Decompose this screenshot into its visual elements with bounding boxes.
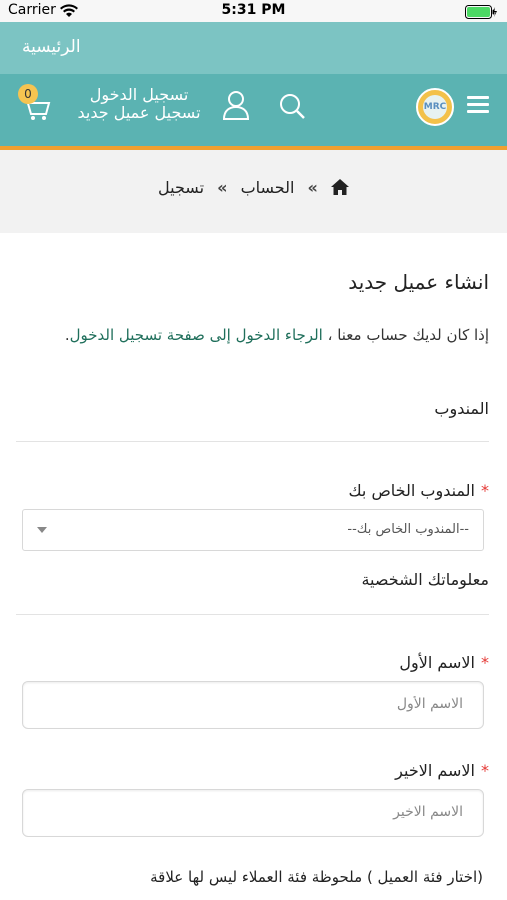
search-icon[interactable]	[278, 92, 306, 124]
required-mark: *	[481, 653, 489, 672]
breadcrumb: » الحساب » تسجيل	[0, 178, 507, 199]
divider	[16, 614, 489, 615]
required-mark: *	[481, 481, 489, 500]
hamburger-menu-icon[interactable]	[467, 96, 489, 114]
home-icon[interactable]	[330, 178, 349, 199]
registration-form: انشاء عميل جديد إذا كان لديك حساب معنا ،…	[0, 233, 507, 900]
required-mark: *	[481, 761, 489, 780]
brand-logo[interactable]: MRC	[416, 88, 454, 126]
clock: 5:31 PM	[221, 2, 286, 18]
home-link[interactable]: الرئيسية	[22, 37, 81, 57]
customer-group-note: (اختار فئة العميل ) ملحوظة فئة العملاء ل…	[150, 868, 483, 886]
first-name-label: * الاسم الأول	[399, 653, 489, 672]
first-name-field[interactable]	[22, 681, 484, 729]
agent-select[interactable]: --المندوب الخاص بك--	[22, 509, 484, 551]
last-name-field[interactable]	[22, 789, 484, 837]
top-bar: الرئيسية	[0, 22, 507, 74]
last-name-label-text: الاسم الاخير	[395, 761, 475, 780]
breadcrumb-separator: »	[307, 178, 318, 197]
first-name-input[interactable]	[23, 682, 475, 726]
cart-count-badge: 0	[18, 84, 38, 104]
breadcrumb-register[interactable]: تسجيل	[158, 178, 204, 197]
agent-label: * المندوب الخاص بك	[348, 481, 489, 500]
agent-select-value: --المندوب الخاص بك--	[347, 522, 469, 537]
section-personal-heading: معلوماتك الشخصية	[361, 570, 489, 589]
login-page-link[interactable]: الرجاء الدخول إلى صفحة تسجيل الدخول	[70, 326, 323, 344]
breadcrumb-account[interactable]: الحساب	[241, 178, 295, 197]
login-note: إذا كان لديك حساب معنا ، الرجاء الدخول إ…	[19, 319, 489, 351]
breadcrumb-separator: »	[217, 178, 228, 197]
page-title: انشاء عميل جديد	[348, 270, 489, 294]
battery-icon	[465, 4, 497, 19]
logo-mark: MRC	[423, 95, 447, 119]
last-name-label: * الاسم الاخير	[395, 761, 489, 780]
dropdown-arrow-icon	[37, 527, 47, 533]
last-name-input[interactable]	[23, 790, 475, 834]
register-link[interactable]: تسجيل عميل جديد	[64, 104, 214, 122]
section-agent-heading: المندوب	[434, 399, 489, 418]
login-link[interactable]: تسجيل الدخول	[64, 86, 214, 104]
agent-label-text: المندوب الخاص بك	[348, 481, 475, 500]
user-icon[interactable]	[222, 90, 250, 124]
status-bar: Carrier 5:31 PM	[0, 0, 507, 22]
first-name-label-text: الاسم الأول	[399, 653, 475, 672]
auth-links: تسجيل الدخول تسجيل عميل جديد	[64, 86, 214, 122]
divider	[16, 441, 489, 442]
login-note-prefix: إذا كان لديك حساب معنا ،	[322, 326, 489, 344]
